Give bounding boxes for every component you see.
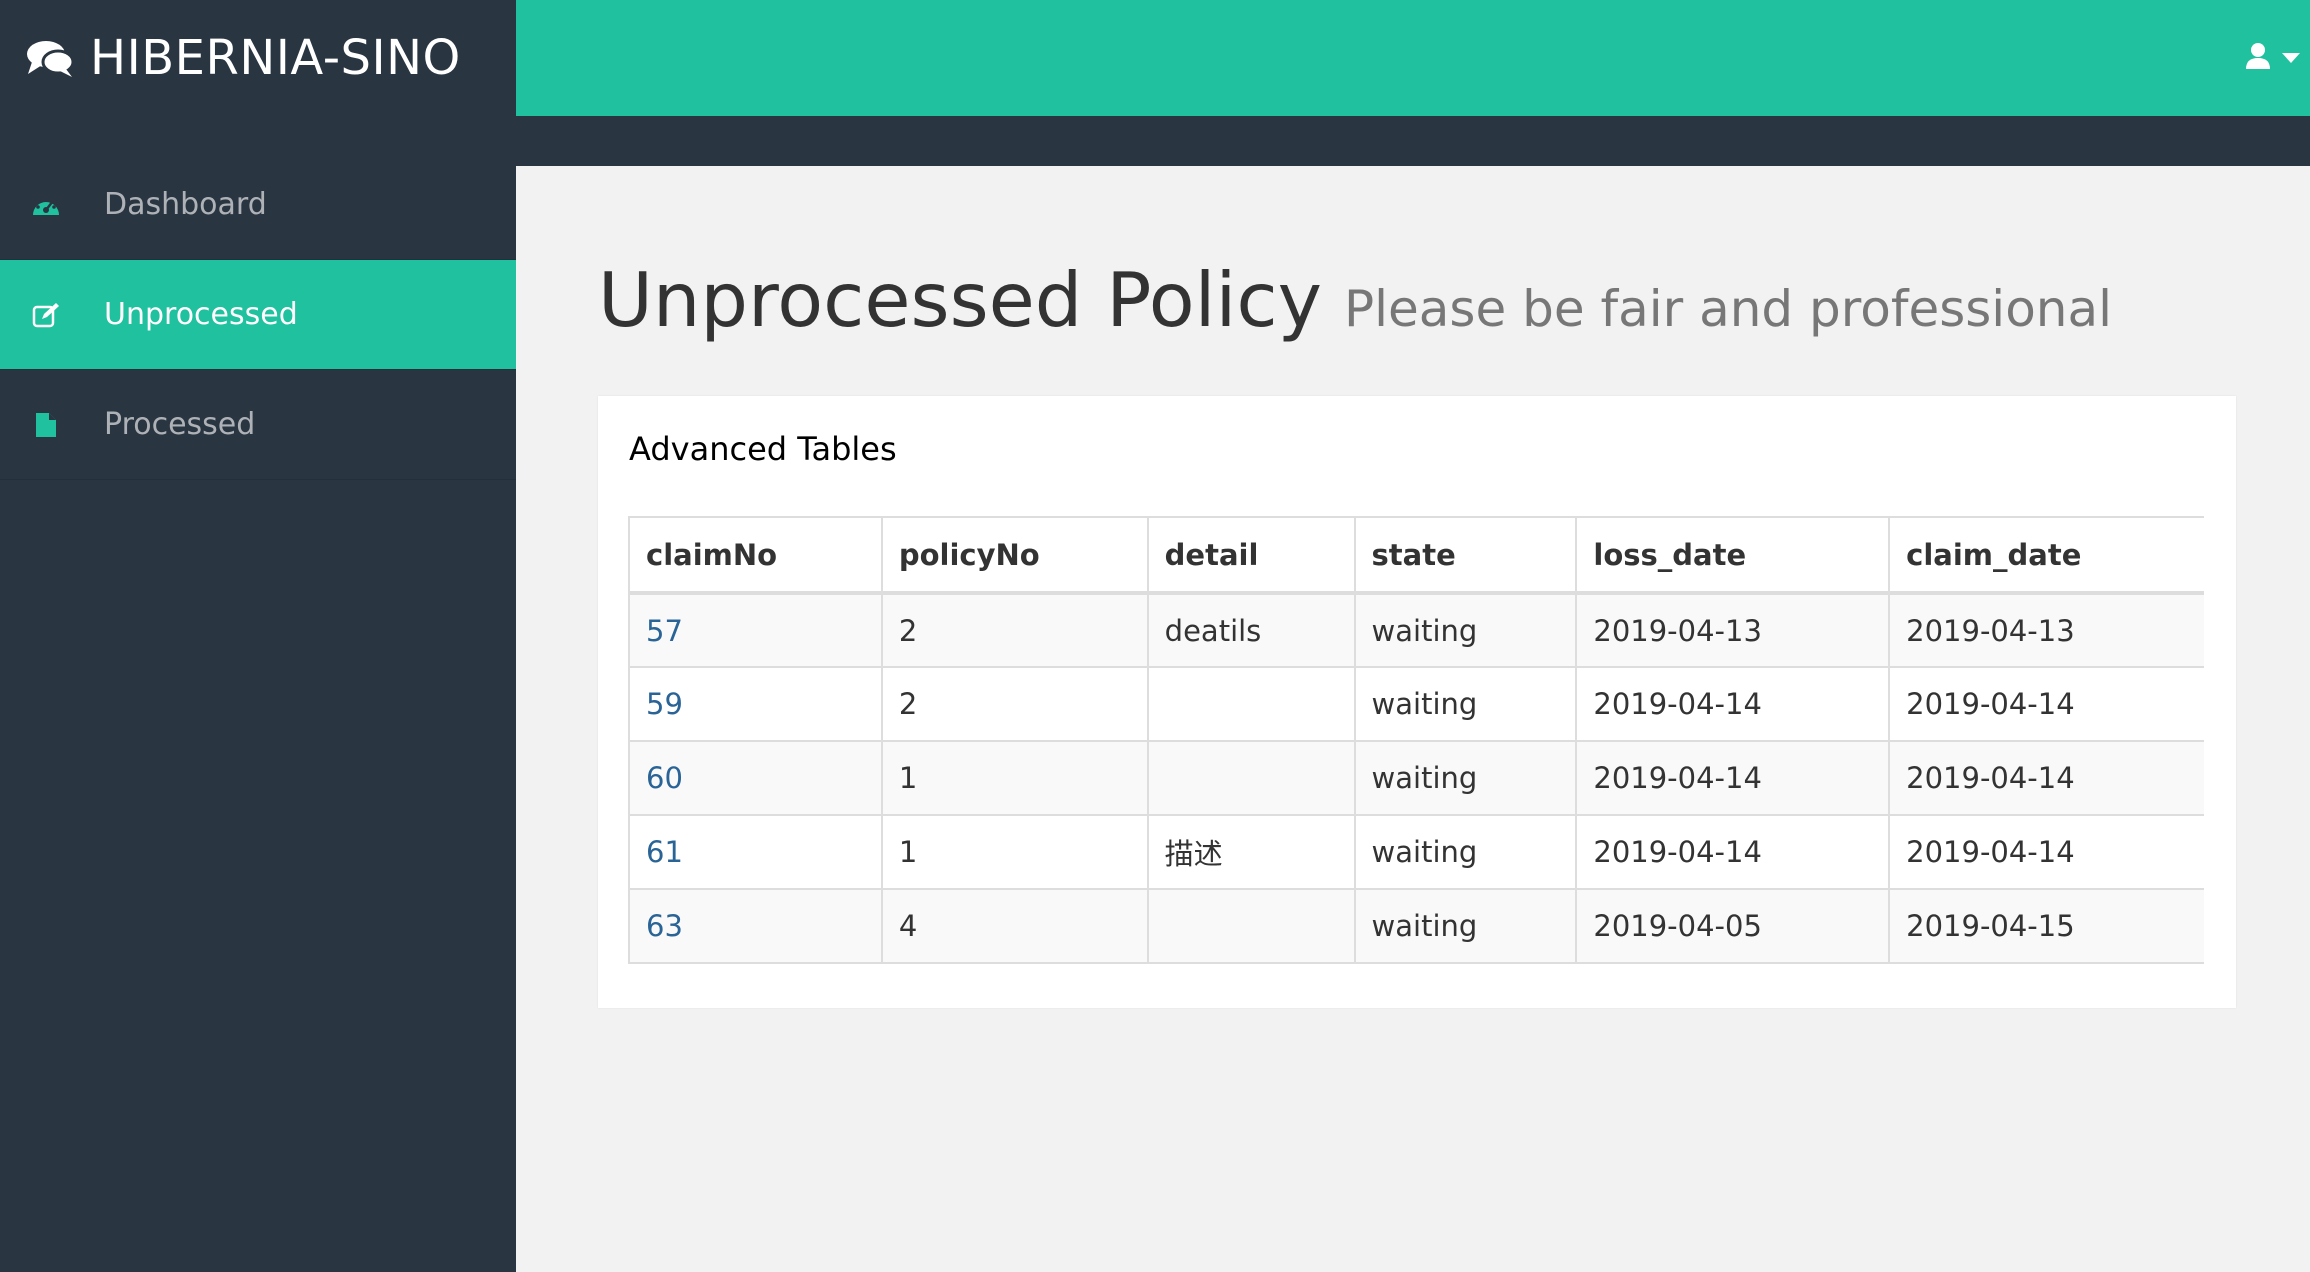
loss-date-cell: 2019-04-14 bbox=[1575, 814, 1891, 890]
policyno-cell: 2 bbox=[880, 592, 1149, 668]
loss-date-cell: 2019-04-14 bbox=[1575, 740, 1891, 816]
claim-date-cell: 2019-04-13 bbox=[1888, 592, 2204, 668]
detail-cell bbox=[1146, 740, 1356, 816]
column-header-claimno[interactable]: claimNo bbox=[628, 516, 883, 595]
column-header-state[interactable]: state bbox=[1353, 516, 1578, 595]
policyno-cell: 2 bbox=[880, 666, 1149, 742]
sidebar-item-label: Unprocessed bbox=[104, 297, 298, 332]
claimno-link[interactable]: 57 bbox=[628, 592, 883, 668]
state-cell: waiting bbox=[1353, 888, 1578, 964]
user-icon bbox=[2246, 42, 2270, 74]
policyno-cell: 4 bbox=[880, 888, 1149, 964]
column-header-policyno[interactable]: policyNo bbox=[880, 516, 1149, 595]
edit-icon bbox=[30, 299, 62, 331]
table-header-row: claimNo policyNo detail state loss_date … bbox=[628, 516, 2204, 595]
page-subtitle: Please be fair and professional bbox=[1343, 280, 2113, 338]
sidebar-item-label: Processed bbox=[104, 407, 256, 442]
claimno-link[interactable]: 60 bbox=[628, 740, 883, 816]
main-content: Unprocessed Policy Please be fair and pr… bbox=[516, 166, 2310, 1272]
claims-table: claimNo policyNo detail state loss_date … bbox=[628, 516, 2204, 964]
detail-cell: deatils bbox=[1146, 592, 1356, 668]
claim-date-cell: 2019-04-15 bbox=[1888, 888, 2204, 964]
detail-cell: 描述 bbox=[1146, 814, 1356, 890]
brand[interactable]: HIBERNIA-SINO bbox=[0, 0, 516, 116]
claimno-link[interactable]: 59 bbox=[628, 666, 883, 742]
claimno-link[interactable]: 61 bbox=[628, 814, 883, 890]
page-header: Unprocessed Policy Please be fair and pr… bbox=[598, 256, 2112, 344]
caret-down-icon bbox=[2282, 53, 2300, 63]
column-header-loss-date[interactable]: loss_date bbox=[1575, 516, 1891, 595]
claimno-link[interactable]: 63 bbox=[628, 888, 883, 964]
page-title: Unprocessed Policy bbox=[598, 256, 1322, 344]
policyno-cell: 1 bbox=[880, 740, 1149, 816]
table-row: 60 1 waiting 2019-04-14 2019-04-14 bbox=[628, 740, 2204, 816]
state-cell: waiting bbox=[1353, 666, 1578, 742]
sidebar-item-processed[interactable]: Processed bbox=[0, 370, 516, 480]
sidebar-item-unprocessed[interactable]: Unprocessed bbox=[0, 260, 516, 370]
claim-date-cell: 2019-04-14 bbox=[1888, 740, 2204, 816]
loss-date-cell: 2019-04-14 bbox=[1575, 666, 1891, 742]
claim-date-cell: 2019-04-14 bbox=[1888, 814, 2204, 890]
brand-name: HIBERNIA-SINO bbox=[90, 30, 461, 86]
advanced-tables-panel: Advanced Tables claimNo policyNo detail … bbox=[598, 396, 2236, 1008]
dashboard-icon bbox=[30, 189, 62, 221]
column-header-claim-date[interactable]: claim_date bbox=[1888, 516, 2204, 595]
detail-cell bbox=[1146, 888, 1356, 964]
state-cell: waiting bbox=[1353, 814, 1578, 890]
state-cell: waiting bbox=[1353, 740, 1578, 816]
table-row: 59 2 waiting 2019-04-14 2019-04-14 bbox=[628, 666, 2204, 742]
table-row: 61 1 描述 waiting 2019-04-14 2019-04-14 bbox=[628, 814, 2204, 890]
loss-date-cell: 2019-04-05 bbox=[1575, 888, 1891, 964]
panel-heading: Advanced Tables bbox=[629, 430, 897, 468]
top-navbar bbox=[516, 0, 2310, 116]
detail-cell bbox=[1146, 666, 1356, 742]
state-cell: waiting bbox=[1353, 592, 1578, 668]
claim-date-cell: 2019-04-14 bbox=[1888, 666, 2204, 742]
sidebar-item-label: Dashboard bbox=[104, 187, 267, 222]
sub-header-bar bbox=[516, 116, 2310, 166]
user-menu-button[interactable] bbox=[2246, 38, 2308, 78]
loss-date-cell: 2019-04-13 bbox=[1575, 592, 1891, 668]
column-header-detail[interactable]: detail bbox=[1146, 516, 1356, 595]
table-row: 57 2 deatils waiting 2019-04-13 2019-04-… bbox=[628, 592, 2204, 668]
table-row: 63 4 waiting 2019-04-05 2019-04-15 bbox=[628, 888, 2204, 964]
comments-icon bbox=[26, 38, 75, 78]
sidebar: Dashboard Unprocessed Processed bbox=[0, 116, 516, 1272]
sidebar-item-dashboard[interactable]: Dashboard bbox=[0, 150, 516, 260]
file-icon bbox=[30, 409, 62, 441]
policyno-cell: 1 bbox=[880, 814, 1149, 890]
